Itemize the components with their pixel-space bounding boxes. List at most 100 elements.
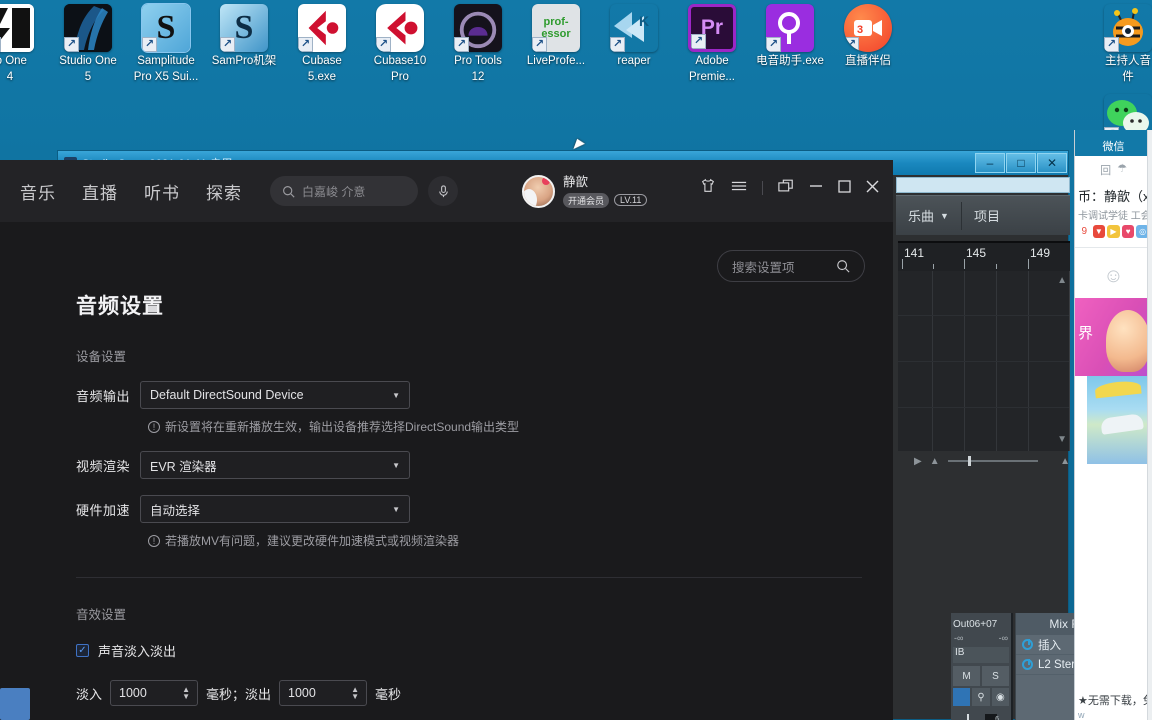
settings-search-box[interactable]: 搜索设置项 xyxy=(717,250,865,282)
desktop-icon-label-2: 件 xyxy=(1122,71,1134,83)
play-icon[interactable]: ▶ xyxy=(914,456,922,467)
tab-song[interactable]: 乐曲 ▼ xyxy=(896,206,961,225)
arrange-view[interactable]: ▲ ▼ xyxy=(898,271,1070,451)
zoom-slider[interactable] xyxy=(947,456,1039,466)
studio-one-window-buttons[interactable]: – □ ✕ xyxy=(975,153,1068,173)
minimize-button[interactable]: – xyxy=(975,153,1005,173)
desktop-icon-premiere[interactable]: Pr ↗ Adobe Premie... xyxy=(674,4,750,84)
scroll-down-icon[interactable]: ▼ xyxy=(1057,434,1067,445)
desktop-icon-reaper[interactable]: K ↗ reaper xyxy=(596,4,672,68)
desktop-icon-host-sfx[interactable]: ↗ 主持人音 件 xyxy=(1090,4,1152,84)
music-search-box[interactable]: 白嘉峻 介意 xyxy=(270,176,418,206)
video-render-select[interactable]: EVR 渲染器 ▼ xyxy=(140,451,410,479)
fade-in-input[interactable]: 1000 ▲ ▼ xyxy=(110,680,199,706)
mixer-mute-solo-row[interactable]: M S xyxy=(953,666,1009,686)
field-label-video-render: 视频渲染 xyxy=(76,458,131,474)
user-profile[interactable]: 静歆 开通会员 LV.11 xyxy=(522,174,648,208)
desktop-icon-zhibo[interactable]: 3 ↗ 直播伴侣 xyxy=(830,4,906,68)
music-header[interactable]: 音乐 直播 听书 探索 白嘉峻 介意 静歆 开通会员 LV.11 xyxy=(0,160,893,222)
desktop-icon-cubase-5[interactable]: ↗ Cubase 5.exe xyxy=(284,4,360,84)
close-icon[interactable] xyxy=(866,180,879,196)
music-player-window[interactable]: 音乐 直播 听书 探索 白嘉峻 介意 静歆 开通会员 LV.11 搜索设置项 音… xyxy=(0,160,893,720)
music-window-buttons[interactable] xyxy=(700,178,879,197)
tab-live[interactable]: 直播 xyxy=(82,179,118,204)
vip-badge[interactable]: 开通会员 xyxy=(563,192,610,208)
section-divider xyxy=(76,577,862,578)
desktop-icon-pro-tools[interactable]: ↗ Pro Tools 12 xyxy=(440,4,516,84)
gift-icon[interactable]: ☂ xyxy=(1117,162,1127,178)
solo-button[interactable]: S xyxy=(982,666,1009,686)
music-nav-tabs[interactable]: 音乐 直播 听书 探索 xyxy=(20,179,242,204)
user-badges[interactable]: 开通会员 LV.11 xyxy=(563,192,648,208)
power-icon[interactable] xyxy=(1022,659,1033,670)
social-ad-banner-2[interactable] xyxy=(1087,376,1152,464)
desktop-icon-label: 直播伴侣 xyxy=(845,55,891,67)
mini-mode-icon[interactable] xyxy=(778,179,794,196)
taskbar-blue-tile[interactable] xyxy=(0,688,30,720)
fade-checkbox[interactable]: ✓ xyxy=(76,644,89,657)
social-scrollbar[interactable] xyxy=(1147,130,1152,720)
zoom-in-icon[interactable]: ▲ xyxy=(1060,456,1070,467)
desktop-icon-sampro[interactable]: S ↗ SamPro机架 xyxy=(206,4,282,68)
mixer-insert-slot[interactable]: IB xyxy=(953,647,1009,663)
zoom-out-icon[interactable]: ▲ xyxy=(930,456,940,467)
social-ad-banner-1[interactable]: 界 xyxy=(1075,298,1152,376)
chevron-down-icon[interactable]: ▼ xyxy=(392,505,400,514)
social-side-panel[interactable]: 微信 回 ☂ 币：静歆（x 卡调试学徒 工会 9 ▼ ▶ ♥ ◎ ☺ 界 ★无需… xyxy=(1074,130,1152,720)
desktop-icon-studio-one-5[interactable]: ↗ Studio One 5 xyxy=(50,4,126,84)
mute-button[interactable]: M xyxy=(953,666,980,686)
studio-one-tabs[interactable]: 乐曲 ▼ 项目 xyxy=(896,195,1070,235)
tshirt-skin-icon[interactable] xyxy=(700,178,716,197)
chevron-down-icon[interactable]: ▼ xyxy=(392,391,400,400)
tab-audiobook[interactable]: 听书 xyxy=(144,179,180,204)
chevron-down-icon[interactable]: ▼ xyxy=(940,211,949,221)
maximize-button[interactable]: □ xyxy=(1006,153,1036,173)
social-toolbar[interactable]: 回 ☂ xyxy=(1075,156,1152,184)
desktop-icon-label: Cubase10 xyxy=(373,55,427,67)
tab-project[interactable]: 项目 xyxy=(962,206,1012,225)
desktop-icon-live-professor[interactable]: prof-essor ↗ LiveProfe... xyxy=(518,4,594,68)
badge-icon-3[interactable]: ♥ xyxy=(1121,225,1135,238)
hardware-accel-select[interactable]: 自动选择 ▼ xyxy=(140,495,410,523)
fade-in-stepper[interactable]: ▲ ▼ xyxy=(182,686,190,701)
mixer-fader-zone[interactable]: 6 0 -3 -6 -9 -12 -24 xyxy=(951,710,1011,720)
power-icon[interactable] xyxy=(1022,639,1033,650)
audio-output-select[interactable]: Default DirectSound Device ▼ xyxy=(140,381,410,409)
tab-explore[interactable]: 探索 xyxy=(206,179,242,204)
close-button[interactable]: ✕ xyxy=(1037,153,1067,173)
mixer-channel-strip[interactable]: Out06+07 -∞ -∞ IB M S ⚲ ◉ 6 xyxy=(951,613,1013,720)
fade-checkbox-row[interactable]: ✓ 声音淡入淡出 xyxy=(76,641,893,660)
maximize-icon[interactable] xyxy=(838,179,851,196)
field-label-hw-accel: 硬件加速 xyxy=(76,502,131,518)
desktop-icon-samplitude[interactable]: S ↗ Samplitude Pro X5 Sui... xyxy=(128,3,204,84)
transport-bar[interactable]: ▶ ▲ ▲ xyxy=(898,451,1070,471)
pro-tools-icon: ↗ xyxy=(454,4,502,52)
voice-search-button[interactable] xyxy=(428,176,458,206)
desktop-icon-studio-one-4[interactable]: ↗ io One 4 xyxy=(0,4,48,84)
desktop-icon-cubase-10[interactable]: ↗ Cubase10 Pro xyxy=(362,4,438,84)
mixer-tool-row[interactable]: ⚲ ◉ xyxy=(953,688,1009,706)
chevron-down-icon[interactable]: ▼ xyxy=(392,461,400,470)
scroll-up-icon[interactable]: ▲ xyxy=(1057,275,1067,286)
tab-music[interactable]: 音乐 xyxy=(20,179,56,204)
fade-out-stepper[interactable]: ▲ ▼ xyxy=(351,686,359,701)
menu-icon[interactable] xyxy=(731,179,747,196)
fade-out-value: 1000 xyxy=(288,686,316,700)
search-icon[interactable] xyxy=(836,259,850,273)
minimize-icon[interactable] xyxy=(809,180,823,195)
desktop-icon-label-2: Pro X5 Sui... xyxy=(133,71,199,83)
field-row-audio-output: 音频输出 Default DirectSound Device ▼ xyxy=(76,381,893,409)
badge-icon-2[interactable]: ▶ xyxy=(1107,225,1120,238)
fader-track[interactable] xyxy=(967,714,969,720)
desktop-icon-label: Cubase xyxy=(302,55,342,67)
desktop-icon-dianyin[interactable]: ↗ 电音助手.exe xyxy=(752,4,828,68)
monitor-toggle-icon[interactable]: ◉ xyxy=(991,688,1009,706)
record-arm-icon[interactable] xyxy=(953,688,971,706)
avatar[interactable] xyxy=(522,174,555,208)
pan-knob-icon[interactable]: ⚲ xyxy=(972,688,990,706)
social-badge-row[interactable]: 9 ▼ ▶ ♥ ◎ xyxy=(1075,222,1152,241)
timeline-ruler[interactable]: 141 145 149 xyxy=(898,241,1070,271)
note-icon[interactable]: 回 xyxy=(1100,162,1111,178)
badge-icon-1[interactable]: ▼ xyxy=(1092,225,1106,238)
fade-out-input[interactable]: 1000 ▲ ▼ xyxy=(279,680,368,706)
